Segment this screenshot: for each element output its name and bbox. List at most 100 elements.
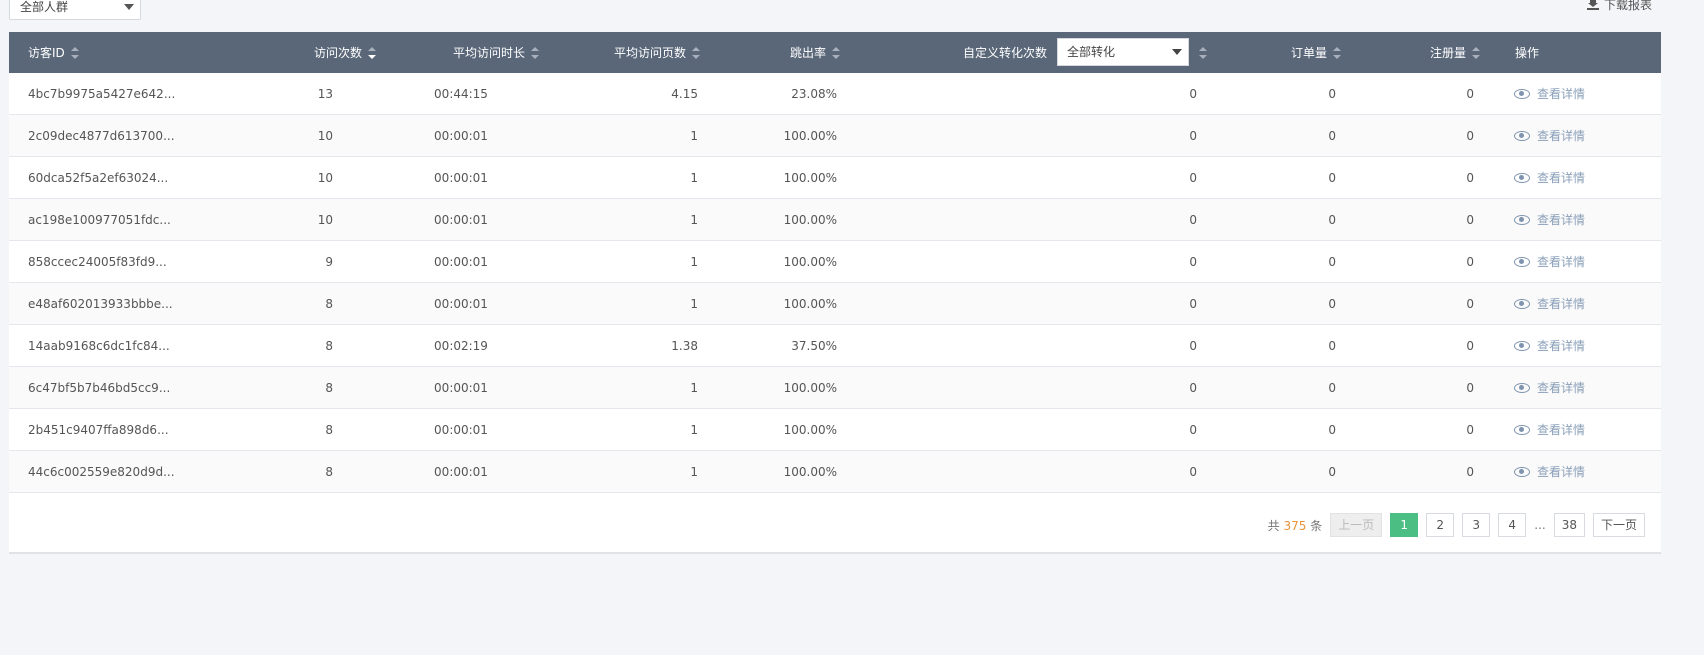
view-details-link[interactable]: 查看详情 bbox=[1514, 367, 1585, 409]
cell-visitor-id: 6c47bf5b7b46bd5cc9... bbox=[28, 381, 171, 395]
table-row: ac198e100977051fdc... 10 00:00:01 1 100.00% 0… bbox=[9, 199, 1661, 241]
cell-avg-duration: 00:00:01 bbox=[434, 129, 488, 143]
header-label: 自定义转化次数 bbox=[963, 46, 1048, 60]
header-visitor-id[interactable]: 访客ID bbox=[28, 32, 79, 73]
eye-icon bbox=[1514, 299, 1530, 309]
view-details-link[interactable]: 查看详情 bbox=[1514, 241, 1585, 283]
header-actions: 操作 bbox=[1515, 32, 1539, 73]
crowd-select-value: 全部人群 bbox=[20, 0, 69, 14]
cell-bounce-rate: 100.00% bbox=[783, 465, 837, 479]
chevron-down-icon bbox=[124, 4, 134, 10]
cell-visits: 8 bbox=[325, 465, 333, 479]
cell-registrations: 0 bbox=[1466, 339, 1474, 353]
cell-visits: 10 bbox=[317, 129, 333, 143]
pagination-ellipsis: ... bbox=[1534, 518, 1546, 532]
cell-bounce-rate: 100.00% bbox=[783, 297, 837, 311]
cell-visitor-id: 4bc7b9975a5427e642... bbox=[28, 87, 176, 101]
cell-bounce-rate: 100.00% bbox=[783, 381, 837, 395]
view-details-label: 查看详情 bbox=[1537, 381, 1586, 395]
cell-avg-pages: 1 bbox=[690, 381, 698, 395]
page-1-button[interactable]: 1 bbox=[1390, 513, 1419, 537]
view-details-link[interactable]: 查看详情 bbox=[1514, 115, 1585, 157]
header-label: 平均访问时长 bbox=[453, 46, 526, 60]
cell-custom-conversions: 0 bbox=[1189, 129, 1197, 143]
header-custom-conversions: 自定义转化次数 bbox=[963, 32, 1047, 73]
sort-icon bbox=[832, 46, 841, 59]
cell-orders: 0 bbox=[1328, 339, 1336, 353]
view-details-link[interactable]: 查看详情 bbox=[1514, 409, 1585, 451]
sort-icon bbox=[1199, 46, 1207, 59]
eye-icon bbox=[1514, 341, 1530, 351]
conversion-select[interactable]: 全部转化 bbox=[1057, 38, 1189, 66]
pagination: 共 375 条 上一页 1 2 3 4 ... 38 下一页 bbox=[1268, 513, 1645, 537]
cell-avg-pages: 1 bbox=[690, 255, 698, 269]
prev-page-button[interactable]: 上一页 bbox=[1330, 513, 1383, 537]
cell-bounce-rate: 37.50% bbox=[791, 339, 837, 353]
header-avg-duration[interactable]: 平均访问时长 bbox=[453, 32, 540, 73]
cell-avg-pages: 1 bbox=[690, 171, 698, 185]
view-details-label: 查看详情 bbox=[1537, 171, 1586, 185]
view-details-link[interactable]: 查看详情 bbox=[1514, 157, 1585, 199]
table-row: 14aab9168c6dc1fc84... 8 00:02:19 1.38 37.50%… bbox=[9, 325, 1661, 367]
cell-avg-pages: 1.38 bbox=[671, 339, 698, 353]
header-orders[interactable]: 订单量 bbox=[1291, 32, 1342, 73]
view-details-link[interactable]: 查看详情 bbox=[1514, 283, 1585, 325]
next-page-button[interactable]: 下一页 bbox=[1592, 513, 1645, 537]
header-registrations[interactable]: 注册量 bbox=[1430, 32, 1481, 73]
page-2-button[interactable]: 2 bbox=[1426, 513, 1455, 537]
cell-orders: 0 bbox=[1328, 297, 1336, 311]
table-row: e48af602013933bbbe... 8 00:00:01 1 100.00% 0 0… bbox=[9, 283, 1661, 325]
crowd-select[interactable]: 全部人群 bbox=[9, 0, 141, 20]
page-last-button[interactable]: 38 bbox=[1553, 513, 1585, 537]
cell-orders: 0 bbox=[1328, 213, 1336, 227]
total-suffix: 条 bbox=[1310, 518, 1323, 533]
eye-icon bbox=[1514, 89, 1530, 99]
view-details-label: 查看详情 bbox=[1537, 339, 1586, 353]
page-3-button[interactable]: 3 bbox=[1462, 513, 1491, 537]
cell-visitor-id: 2c09dec4877d613700... bbox=[28, 129, 175, 143]
cell-registrations: 0 bbox=[1466, 255, 1474, 269]
eye-icon bbox=[1514, 215, 1530, 225]
page-4-button[interactable]: 4 bbox=[1498, 513, 1527, 537]
cell-visits: 8 bbox=[325, 339, 333, 353]
table-row: 60dca52f5a2ef63024... 10 00:00:01 1 100.00% 0… bbox=[9, 157, 1661, 199]
view-details-link[interactable]: 查看详情 bbox=[1514, 199, 1585, 241]
cell-custom-conversions: 0 bbox=[1189, 213, 1197, 227]
cell-orders: 0 bbox=[1328, 465, 1336, 479]
view-details-link[interactable]: 查看详情 bbox=[1514, 451, 1585, 493]
cell-visitor-id: 60dca52f5a2ef63024... bbox=[28, 171, 169, 185]
cell-custom-conversions: 0 bbox=[1189, 171, 1197, 185]
view-details-link[interactable]: 查看详情 bbox=[1514, 73, 1585, 115]
cell-avg-duration: 00:00:01 bbox=[434, 465, 488, 479]
view-details-label: 查看详情 bbox=[1537, 87, 1586, 101]
download-report-button[interactable]: 下载报表 bbox=[1586, 0, 1652, 12]
header-conversion-sort[interactable] bbox=[1199, 32, 1207, 73]
eye-icon bbox=[1514, 467, 1530, 477]
view-details-link[interactable]: 查看详情 bbox=[1514, 325, 1585, 367]
cell-registrations: 0 bbox=[1466, 213, 1474, 227]
header-visits[interactable]: 访问次数 bbox=[314, 32, 377, 73]
eye-icon bbox=[1514, 257, 1530, 267]
cell-avg-pages: 1 bbox=[690, 465, 698, 479]
eye-icon bbox=[1514, 383, 1530, 393]
sort-icon bbox=[70, 46, 79, 59]
table-row: 6c47bf5b7b46bd5cc9... 8 00:00:01 1 100.00% 0 0… bbox=[9, 367, 1661, 409]
cell-bounce-rate: 100.00% bbox=[783, 171, 837, 185]
cell-visits: 10 bbox=[317, 171, 333, 185]
total-prefix: 共 bbox=[1267, 518, 1280, 533]
sort-icon bbox=[692, 46, 701, 59]
header-label: 访客ID bbox=[28, 46, 65, 60]
table-row: 2c09dec4877d613700... 10 00:00:01 1 100.00% 0… bbox=[9, 115, 1661, 157]
cell-registrations: 0 bbox=[1466, 423, 1474, 437]
cell-custom-conversions: 0 bbox=[1189, 339, 1197, 353]
cell-avg-pages: 1 bbox=[690, 297, 698, 311]
header-label: 平均访问页数 bbox=[614, 46, 687, 60]
header-bounce-rate[interactable]: 跳出率 bbox=[790, 32, 841, 73]
cell-visits: 13 bbox=[317, 87, 333, 101]
sort-icon bbox=[1333, 46, 1342, 59]
cell-avg-pages: 1 bbox=[690, 423, 698, 437]
header-avg-pages[interactable]: 平均访问页数 bbox=[614, 32, 701, 73]
cell-orders: 0 bbox=[1328, 255, 1336, 269]
cell-registrations: 0 bbox=[1466, 87, 1474, 101]
cell-custom-conversions: 0 bbox=[1189, 87, 1197, 101]
